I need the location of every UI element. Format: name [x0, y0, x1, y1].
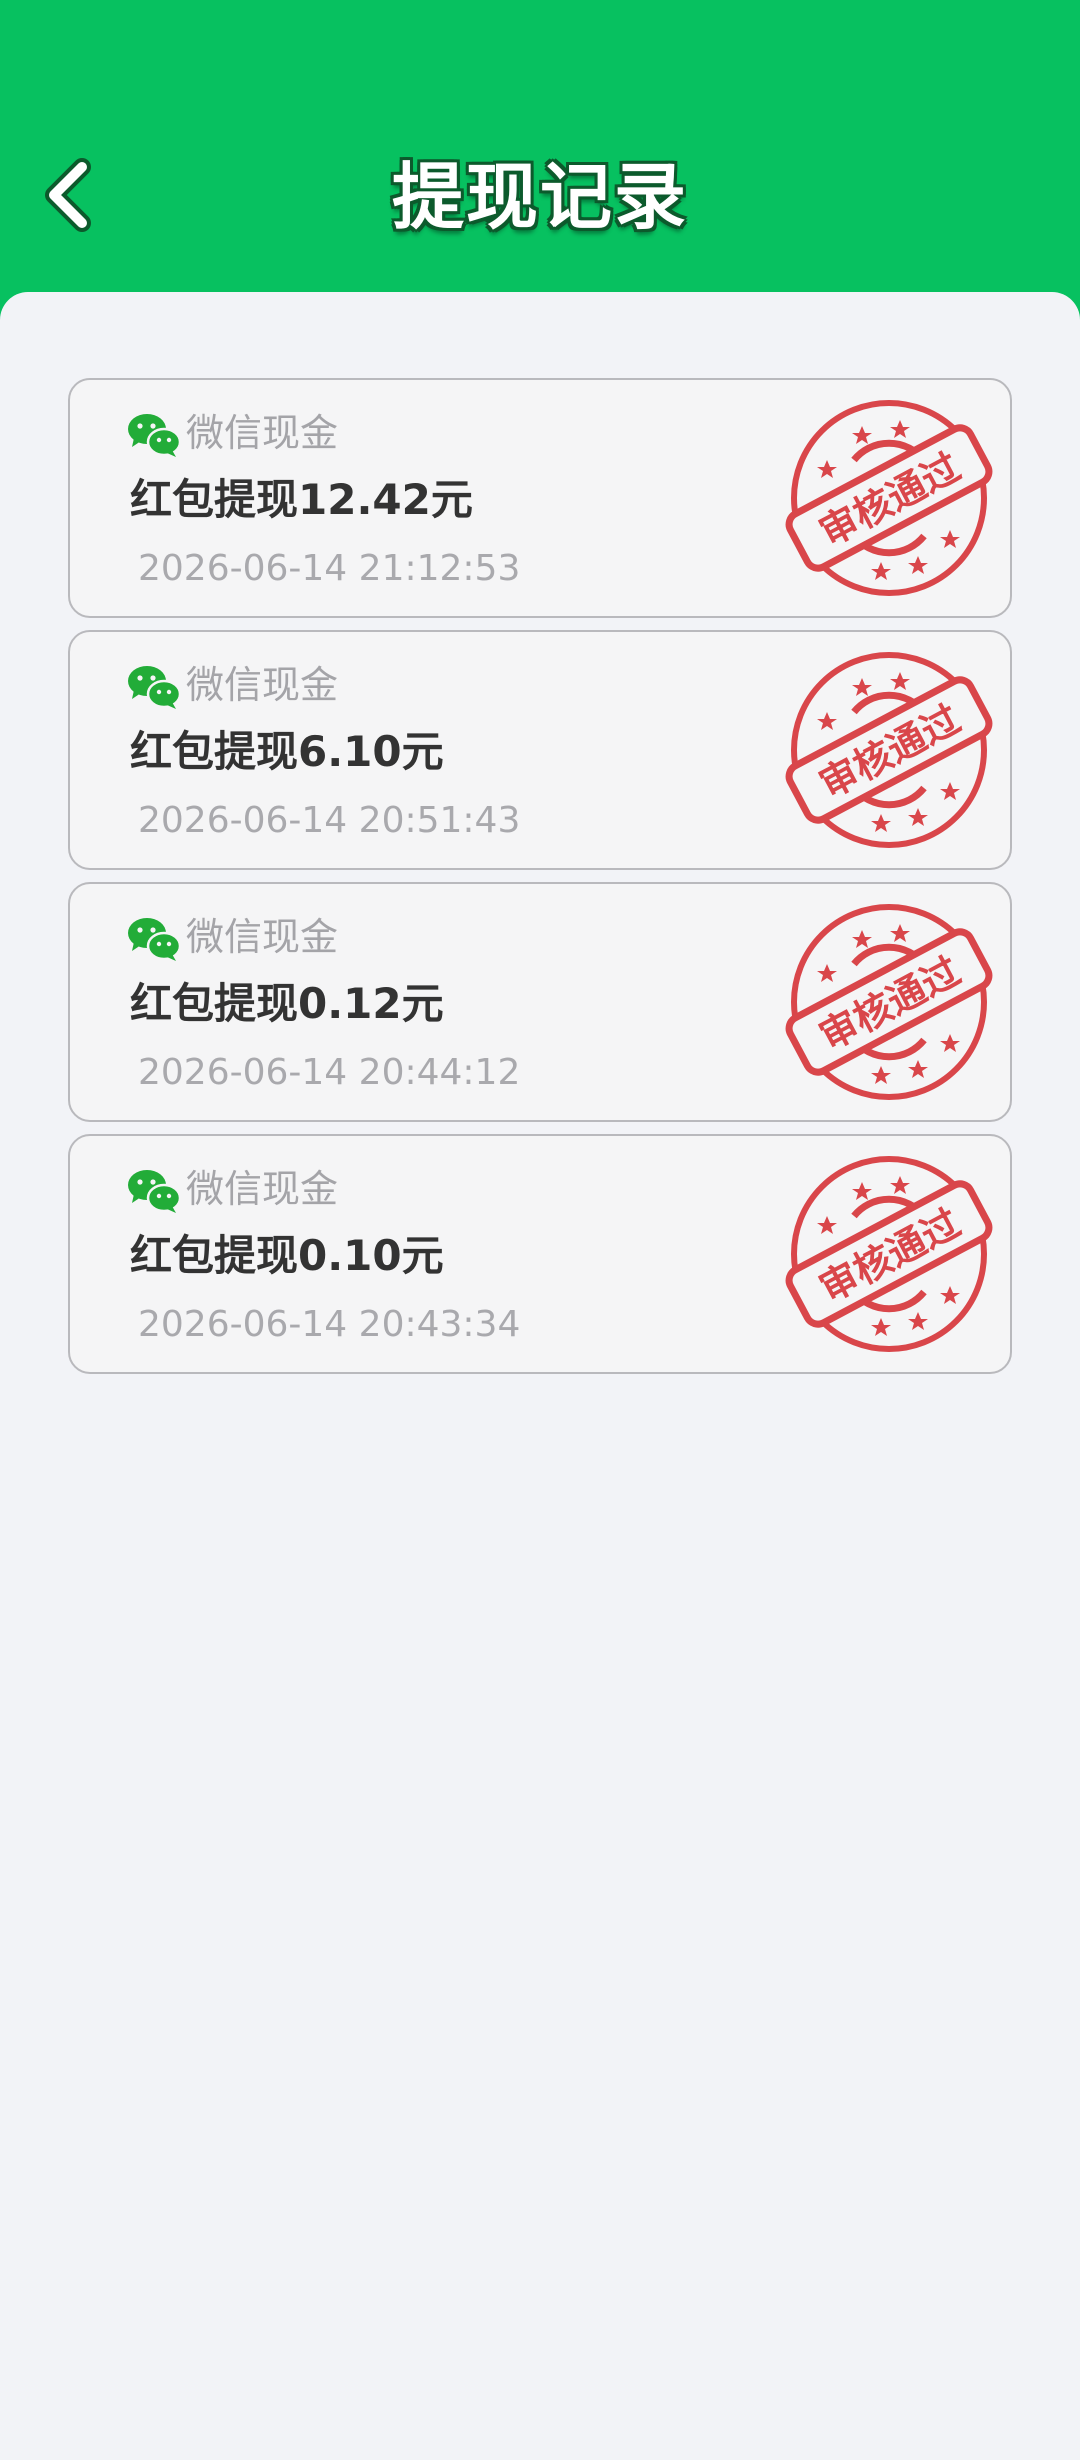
approved-stamp-icon: 审核通过: [785, 1156, 993, 1352]
wechat-icon: [128, 414, 182, 457]
withdraw-amount: 红包提现0.10元: [130, 1231, 444, 1280]
wechat-icon: [128, 918, 182, 961]
payment-method: 微信现金: [186, 915, 339, 959]
page-title: 提现记录: [391, 155, 688, 239]
app-header: 提现记录: [0, 0, 1080, 320]
withdraw-time: 2026-06-14 20:51:43: [138, 800, 521, 841]
withdraw-time: 2026-06-14 20:43:34: [138, 1304, 521, 1345]
approved-stamp-icon: 审核通过: [785, 904, 993, 1100]
payment-method: 微信现金: [186, 411, 339, 455]
payment-method: 微信现金: [186, 1167, 339, 1211]
list-item[interactable]: 微信现金 红包提现0.12元 2026-06-14 20:44:12 审核通过: [68, 882, 1012, 1122]
withdraw-amount: 红包提现6.10元: [130, 727, 444, 776]
withdraw-amount: 红包提现12.42元: [130, 475, 473, 524]
approved-stamp-icon: 审核通过: [785, 400, 993, 596]
content-area: 微信现金 红包提现12.42元 2026-06-14 21:12:53 审核通过…: [0, 292, 1080, 2460]
withdraw-time: 2026-06-14 20:44:12: [138, 1052, 521, 1093]
payment-method: 微信现金: [186, 663, 339, 707]
wechat-icon: [128, 1170, 182, 1213]
withdraw-amount: 红包提现0.12元: [130, 979, 444, 1028]
withdraw-time: 2026-06-14 21:12:53: [138, 548, 521, 589]
record-list: 微信现金 红包提现12.42元 2026-06-14 21:12:53 审核通过…: [68, 378, 1012, 1386]
list-item[interactable]: 微信现金 红包提现6.10元 2026-06-14 20:51:43 审核通过: [68, 630, 1012, 870]
list-item[interactable]: 微信现金 红包提现0.10元 2026-06-14 20:43:34 审核通过: [68, 1134, 1012, 1374]
list-item[interactable]: 微信现金 红包提现12.42元 2026-06-14 21:12:53 审核通过: [68, 378, 1012, 618]
approved-stamp-icon: 审核通过: [785, 652, 993, 848]
wechat-icon: [128, 666, 182, 709]
